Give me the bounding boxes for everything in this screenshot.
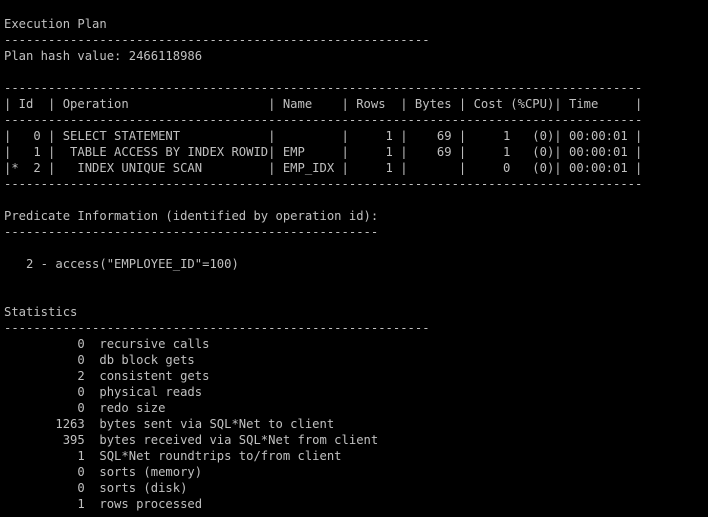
plan-table-header: | Id | Operation | Name | Rows | Bytes |… — [4, 97, 643, 111]
statistics-row: 1 SQL*Net roundtrips to/from client — [4, 449, 342, 463]
plan-table-border-top: ----------------------------------------… — [4, 81, 643, 95]
statistics-heading: Statistics — [4, 305, 78, 319]
statistics-row: 1263 bytes sent via SQL*Net to client — [4, 417, 335, 431]
predicate-access-line: 2 - access("EMPLOYEE_ID"=100) — [4, 257, 239, 271]
plan-table-row: |* 2 | INDEX UNIQUE SCAN | EMP_IDX | 1 |… — [4, 161, 643, 175]
plan-table-row: | 0 | SELECT STATEMENT | | 1 | 69 | 1 (0… — [4, 129, 643, 143]
statistics-row: 395 bytes received via SQL*Net from clie… — [4, 433, 379, 447]
statistics-row: 0 recursive calls — [4, 337, 210, 351]
execution-plan-underline: ----------------------------------------… — [4, 33, 430, 47]
execution-plan-heading: Execution Plan — [4, 17, 107, 31]
statistics-row: 0 db block gets — [4, 353, 195, 367]
plan-hash-value: Plan hash value: 2466118986 — [4, 49, 203, 63]
statistics-row: 0 sorts (memory) — [4, 465, 203, 479]
plan-table-row: | 1 | TABLE ACCESS BY INDEX ROWID| EMP |… — [4, 145, 643, 159]
statistics-underline: ----------------------------------------… — [4, 321, 430, 335]
statistics-row: 0 redo size — [4, 401, 166, 415]
plan-table-border-mid: ----------------------------------------… — [4, 113, 643, 127]
statistics-row: 2 consistent gets — [4, 369, 210, 383]
predicate-information-underline: ----------------------------------------… — [4, 225, 379, 239]
plan-table-border-bottom: ----------------------------------------… — [4, 177, 643, 191]
statistics-row: 0 sorts (disk) — [4, 481, 188, 495]
statistics-row: 1 rows processed — [4, 497, 203, 511]
statistics-row: 0 physical reads — [4, 385, 203, 399]
terminal-output: Execution Plan -------------------------… — [0, 0, 708, 517]
predicate-information-heading: Predicate Information (identified by ope… — [4, 209, 379, 223]
